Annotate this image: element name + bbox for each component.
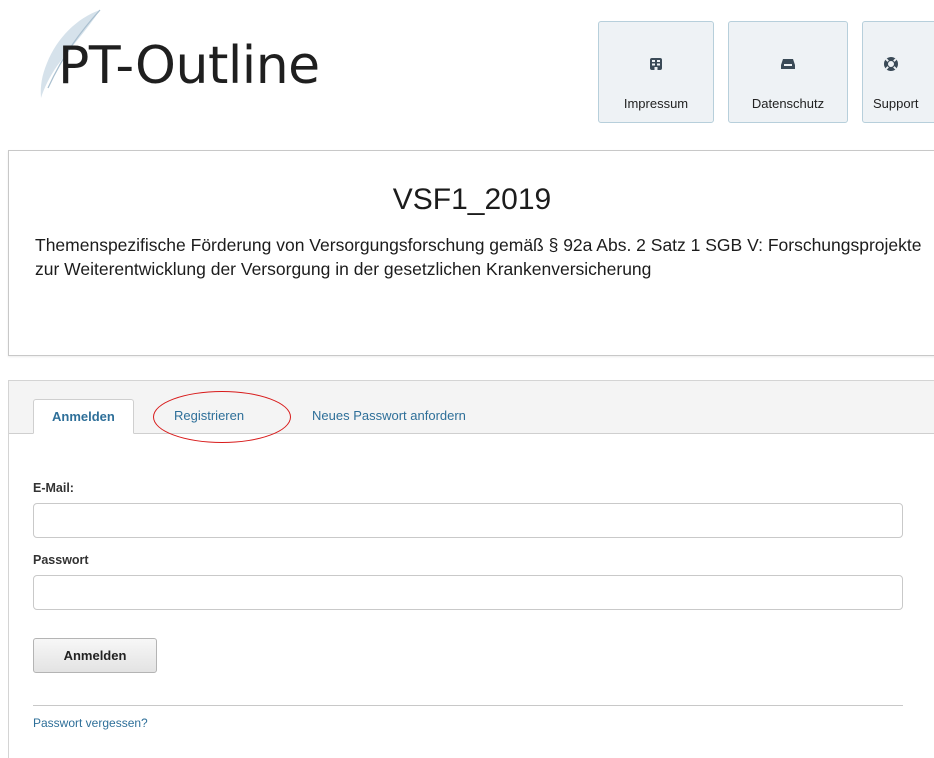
- nav-support-button[interactable]: Support: [862, 21, 934, 123]
- password-label: Passwort: [33, 553, 89, 567]
- login-panel: Anmelden Registrieren Neues Passwort anf…: [8, 380, 934, 758]
- login-tabbar: Anmelden Registrieren Neues Passwort anf…: [9, 381, 934, 443]
- inbox-icon: [781, 59, 795, 69]
- logo[interactable]: PT-Outline: [22, 8, 382, 108]
- login-submit-button[interactable]: Anmelden: [33, 638, 157, 673]
- divider: [33, 705, 903, 706]
- project-card: VSF1_2019 Themenspezifische Förderung vo…: [8, 150, 934, 356]
- project-title: VSF1_2019: [392, 183, 552, 216]
- logo-text: PT-Outline: [58, 36, 320, 96]
- page: PT-Outline Impressum Datenschutz Support…: [0, 0, 934, 758]
- tab-anmelden[interactable]: Anmelden: [33, 399, 134, 434]
- password-field[interactable]: [33, 575, 903, 610]
- email-field[interactable]: [33, 503, 903, 538]
- nav-label: Impressum: [623, 96, 689, 111]
- nav-datenschutz-button[interactable]: Datenschutz: [728, 21, 848, 123]
- building-icon: [650, 58, 662, 70]
- nav-label: Support: [873, 96, 919, 111]
- forgot-password-link[interactable]: Passwort vergessen?: [33, 716, 148, 730]
- tab-neues-passwort[interactable]: Neues Passwort anfordern: [294, 399, 484, 433]
- lifebuoy-icon: [884, 57, 898, 71]
- nav-impressum-button[interactable]: Impressum: [598, 21, 714, 123]
- email-label: E-Mail:: [33, 481, 74, 495]
- project-description: Themenspezifische Förderung von Versorgu…: [35, 235, 922, 279]
- tab-registrieren[interactable]: Registrieren: [156, 399, 262, 433]
- nav-label: Datenschutz: [751, 96, 825, 111]
